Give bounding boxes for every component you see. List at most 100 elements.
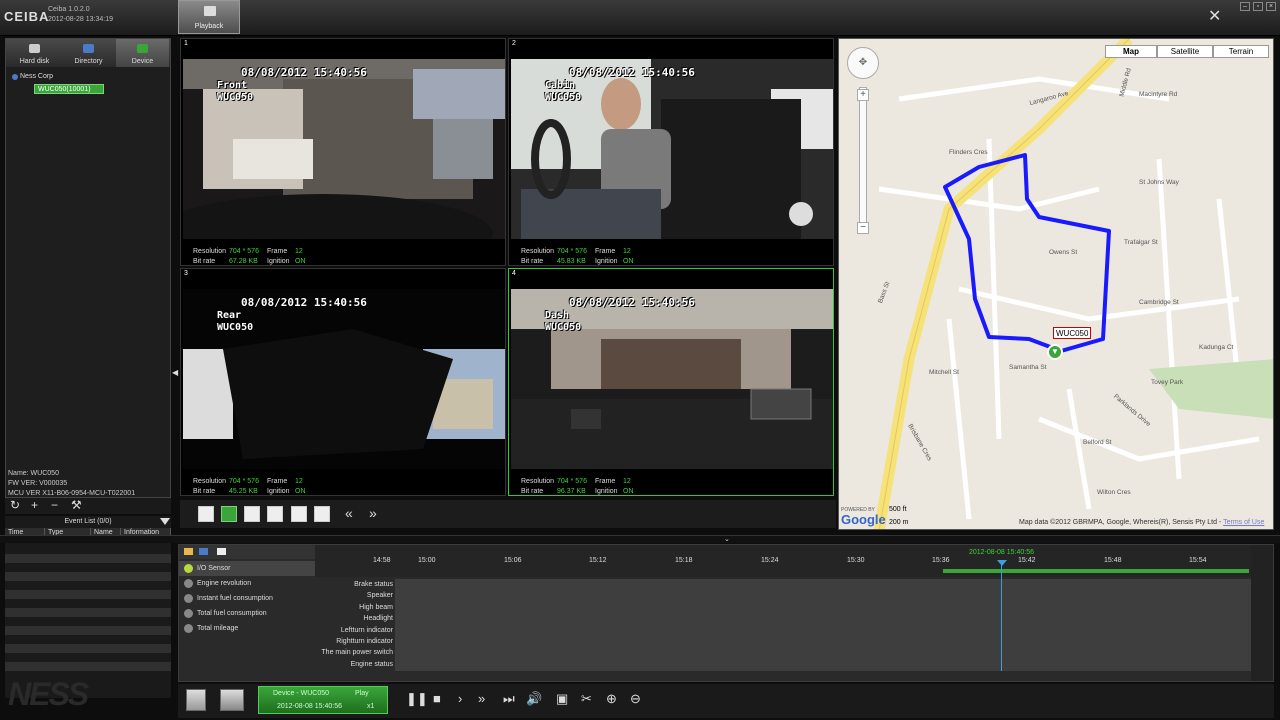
layout-4x3-button[interactable] <box>291 506 307 522</box>
time-tick: 15:48 <box>1104 557 1122 564</box>
sensor-label: Total mileage <box>197 625 239 632</box>
layout-3x3-button[interactable] <box>267 506 283 522</box>
layout-1x1-button[interactable] <box>198 506 214 522</box>
panel-divider[interactable] <box>0 535 1280 543</box>
map-type-terrain[interactable]: Terrain <box>1213 45 1269 58</box>
vehicle-marker-icon[interactable]: ▼ <box>1047 344 1063 360</box>
frame-value: 12 <box>295 478 303 485</box>
tab-device[interactable]: Device <box>116 39 169 67</box>
chevron-down-icon[interactable]: ⌄ <box>724 535 730 543</box>
sensor-icon[interactable] <box>199 548 208 555</box>
list-item <box>5 572 171 581</box>
zoom-out-icon[interactable]: ⊖ <box>630 690 641 708</box>
layout-4x4-button[interactable] <box>314 506 330 522</box>
maximize-icon[interactable]: ▫ <box>1253 2 1263 11</box>
camera-device-id: WUC050 <box>217 92 254 103</box>
tab-directory[interactable]: Directory <box>62 39 115 67</box>
street-label: St Johns Way <box>1139 179 1179 186</box>
stop-icon[interactable]: ■ <box>433 690 441 708</box>
view-mode-button[interactable] <box>220 689 244 711</box>
tab-playback[interactable]: Playback <box>178 0 240 34</box>
frame-value: 12 <box>623 248 631 255</box>
snapshot-icon[interactable]: ▣ <box>556 690 568 708</box>
ignition-label: Ignition <box>267 488 290 495</box>
terms-of-use-link[interactable]: Terms of Use <box>1223 519 1264 526</box>
document-icon[interactable] <box>217 548 226 555</box>
street-label: Mitchell St <box>929 369 959 376</box>
add-icon[interactable]: + <box>31 498 38 512</box>
collapse-left-icon[interactable]: ◀ <box>172 368 178 377</box>
sensor-total-mileage[interactable]: Total mileage <box>179 621 315 636</box>
sensor-list: I/O Sensor Engine revolution Instant fue… <box>179 561 315 636</box>
street-label: Kadunga Ct <box>1199 344 1234 351</box>
skip-end-icon[interactable]: ⏭ <box>503 690 515 708</box>
remove-icon[interactable]: − <box>51 498 58 512</box>
layout-1-plus-5-button[interactable] <box>244 506 260 522</box>
wrench-icon[interactable]: ⚒ <box>71 498 82 512</box>
scrollbar[interactable] <box>1251 545 1273 681</box>
camera-view-3[interactable]: 3 08/08/2012 15:40:56 Rear WUC050 Resolu… <box>180 268 506 496</box>
channel-grid[interactable] <box>395 579 1251 671</box>
tree-root[interactable]: Ness Corp <box>10 71 168 82</box>
map-scale-meters: 200 m <box>889 519 909 526</box>
bitrate-value: 96.37 KB <box>557 488 586 495</box>
sensor-total-fuel[interactable]: Total fuel consumption <box>179 606 315 621</box>
folder-icon[interactable] <box>184 548 193 555</box>
filter-icon[interactable] <box>160 518 170 525</box>
google-logo[interactable]: Google <box>841 512 886 527</box>
title-bar: CEIBA Ceiba 1.0.2.0 2012-08-28 13:34:19 … <box>0 0 1280 36</box>
camera-device-id: WUC050 <box>545 322 582 333</box>
camera-frame-dash: 08/08/2012 15:40:56 Dash WUC050 <box>511 289 833 469</box>
minimize-icon[interactable]: – <box>1240 2 1250 11</box>
camera-frame-rear: 08/08/2012 15:40:56 Rear WUC050 <box>183 289 505 469</box>
app-version: Ceiba 1.0.2.0 <box>48 6 90 13</box>
channel-label: The main power switch <box>321 649 393 657</box>
map-view[interactable]: Langaroo Ave Middle Rd Macintyre Rd St J… <box>838 38 1274 530</box>
tab-directory-label: Directory <box>74 58 103 65</box>
camera-number: 3 <box>184 270 188 277</box>
zoom-in-icon[interactable]: ⊕ <box>606 690 617 708</box>
step-forward-icon[interactable]: › <box>458 690 462 708</box>
zoom-slider[interactable] <box>859 87 867 233</box>
camera-view-4[interactable]: 4 08/08/2012 15:40:56 Dash WUC050 Resolu… <box>508 268 834 496</box>
refresh-icon[interactable]: ↻ <box>10 498 20 512</box>
map-scale-feet: 500 ft <box>889 506 907 513</box>
zoom-out-icon[interactable]: − <box>857 222 869 234</box>
pause-icon[interactable]: ❚❚ <box>406 690 428 708</box>
pan-control-icon[interactable]: ✥ <box>847 47 879 79</box>
clip-icon[interactable]: ✂ <box>581 690 592 708</box>
tab-device-label: Device <box>131 58 154 65</box>
calendar-icon[interactable] <box>186 689 206 711</box>
map-type-map[interactable]: Map <box>1105 45 1157 58</box>
next-page-icon[interactable]: » <box>369 505 377 521</box>
zoom-in-icon[interactable]: + <box>857 89 869 101</box>
street-label: Owens St <box>1049 249 1078 256</box>
sensor-engine-revolution[interactable]: Engine revolution <box>179 576 315 591</box>
map-type-satellite[interactable]: Satellite <box>1157 45 1213 58</box>
resolution-label: Resolution <box>521 478 555 485</box>
camera-device-id: WUC050 <box>545 92 582 103</box>
tools-icon[interactable]: ✕ <box>1208 9 1221 25</box>
volume-icon[interactable]: 🔊 <box>526 690 542 708</box>
sensor-instant-fuel[interactable]: Instant fuel consumption <box>179 591 315 606</box>
tree-device[interactable]: WUC050(10001) <box>34 84 104 94</box>
brand-watermark: NESS <box>8 676 89 712</box>
previous-page-icon[interactable]: « <box>345 505 353 521</box>
ignition-label: Ignition <box>267 258 290 265</box>
layout-2x2-button[interactable] <box>221 506 237 522</box>
resolution-label: Resolution <box>521 248 555 255</box>
time-tick: 15:30 <box>847 557 865 564</box>
street-label: Macintyre Rd <box>1139 91 1178 98</box>
playhead[interactable] <box>1001 561 1002 671</box>
camera-view-1[interactable]: 1 08/08/2012 15:40:56 Front WUC050 Resol… <box>180 38 506 266</box>
camera-view-2[interactable]: 2 08/08/2012 15:40:56 Cabin WUC050 Resol… <box>508 38 834 266</box>
close-icon[interactable]: × <box>1266 2 1276 11</box>
street-label: Flinders Cres <box>949 149 988 156</box>
recording-range <box>943 569 1249 573</box>
sensor-io[interactable]: I/O Sensor <box>179 561 315 576</box>
device-info: Name: WUC050 FW VER: V000035 MCU VER X11… <box>8 469 135 499</box>
camera-info: Resolution 704 * 576 Frame 12 Bit rate 45.83… <box>521 247 634 267</box>
fast-forward-icon[interactable]: » <box>478 690 485 708</box>
tab-hard-disk[interactable]: Hard disk <box>8 39 61 67</box>
playhead-handle[interactable] <box>997 560 1007 566</box>
